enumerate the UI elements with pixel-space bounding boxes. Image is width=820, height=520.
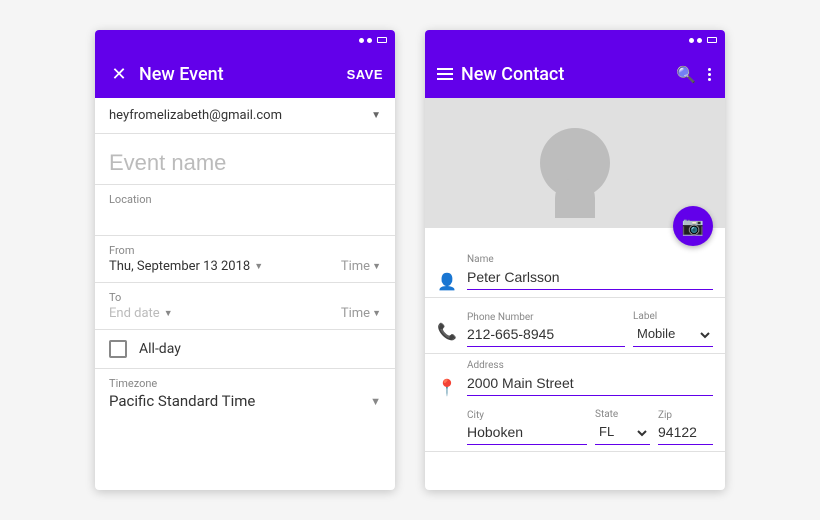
to-time-value: Time bbox=[341, 306, 370, 321]
allday-label: All-day bbox=[139, 341, 181, 357]
close-button[interactable]: ✕ bbox=[107, 62, 131, 86]
avatar bbox=[540, 128, 610, 198]
location-field: Location bbox=[95, 185, 395, 236]
address-row: 📍 Address City State FL CA NY bbox=[425, 354, 725, 452]
state-wrap: State FL CA NY bbox=[595, 402, 650, 445]
new-contact-frame: New Contact 🔍 📷 👤 Name 📞 bbox=[425, 30, 725, 490]
address-label: Address bbox=[467, 360, 713, 371]
state-select[interactable]: FL CA NY bbox=[595, 421, 650, 445]
city-label: City bbox=[467, 410, 484, 421]
city-input[interactable] bbox=[467, 422, 587, 445]
timezone-arrow: ▼ bbox=[370, 395, 381, 408]
camera-icon: 📷 bbox=[682, 216, 704, 237]
from-date-arrow: ▼ bbox=[254, 261, 263, 272]
contact-status-icons bbox=[689, 37, 717, 43]
name-field: Name bbox=[467, 254, 713, 290]
name-input[interactable] bbox=[467, 267, 713, 290]
phone-type-select[interactable]: Mobile Home Work bbox=[633, 323, 713, 347]
zip-label: Zip bbox=[658, 410, 672, 421]
timezone-field: Timezone Pacific Standard Time ▼ bbox=[95, 369, 395, 418]
event-name-input[interactable] bbox=[95, 134, 395, 185]
location-label: Location bbox=[109, 193, 381, 206]
phone-number-label: Phone Number bbox=[467, 312, 534, 323]
allday-checkbox[interactable] bbox=[109, 340, 127, 358]
contact-title: New Contact bbox=[461, 64, 666, 85]
contact-battery-icon bbox=[707, 37, 717, 43]
from-time-value: Time bbox=[341, 259, 370, 274]
contact-wifi-icon bbox=[697, 38, 702, 43]
event-title: New Event bbox=[139, 64, 339, 85]
avatar-area: 📷 bbox=[425, 98, 725, 228]
save-button[interactable]: SAVE bbox=[347, 67, 383, 82]
event-appbar: ✕ New Event SAVE bbox=[95, 50, 395, 98]
timezone-value: Pacific Standard Time bbox=[109, 392, 370, 410]
event-form: heyfromelizabeth@gmail.com ▼ Location Fr… bbox=[95, 98, 395, 490]
from-date-value: Thu, September 13 2018 bbox=[109, 259, 250, 274]
timezone-label: Timezone bbox=[109, 377, 381, 390]
allday-row: All-day bbox=[95, 330, 395, 369]
phone-label-wrap: Label Mobile Home Work bbox=[633, 304, 713, 347]
contact-signal-icon bbox=[689, 38, 694, 43]
phone-field: Phone Number Label Mobile Home Work bbox=[467, 304, 713, 347]
phone-icon: 📞 bbox=[437, 322, 457, 341]
phone-type-label: Label bbox=[633, 311, 657, 322]
timezone-row[interactable]: Pacific Standard Time ▼ bbox=[109, 392, 381, 410]
name-label: Name bbox=[467, 254, 713, 265]
to-field: To End date ▼ Time ▼ bbox=[95, 283, 395, 330]
phone-row: 📞 Phone Number Label Mobile Home Work bbox=[425, 298, 725, 354]
zip-wrap: Zip bbox=[658, 403, 713, 445]
city-state-zip-row: City State FL CA NY Zip bbox=[467, 402, 713, 445]
to-time-selector[interactable]: Time ▼ bbox=[341, 306, 381, 321]
contact-appbar: New Contact 🔍 bbox=[425, 50, 725, 98]
to-date-value: End date bbox=[109, 306, 160, 321]
from-field: From Thu, September 13 2018 ▼ Time ▼ bbox=[95, 236, 395, 283]
city-wrap: City bbox=[467, 403, 587, 445]
from-time-arrow: ▼ bbox=[372, 261, 381, 272]
phone-number-wrap: Phone Number bbox=[467, 305, 625, 347]
from-label: From bbox=[109, 244, 381, 257]
person-icon: 👤 bbox=[437, 272, 457, 291]
account-selector[interactable]: heyfromelizabeth@gmail.com ▼ bbox=[95, 98, 395, 134]
phone-number-input[interactable] bbox=[467, 324, 625, 347]
account-dropdown-arrow: ▼ bbox=[371, 110, 381, 121]
camera-button[interactable]: 📷 bbox=[673, 206, 713, 246]
status-bar-event bbox=[95, 30, 395, 50]
name-row: 👤 Name bbox=[425, 248, 725, 298]
location-input[interactable] bbox=[109, 211, 381, 226]
status-icons bbox=[359, 37, 387, 43]
address-input[interactable] bbox=[467, 373, 713, 396]
from-time-selector[interactable]: Time ▼ bbox=[341, 259, 381, 274]
battery-icon bbox=[377, 37, 387, 43]
to-date-selector[interactable]: End date ▼ bbox=[109, 306, 173, 321]
from-row: Thu, September 13 2018 ▼ Time ▼ bbox=[109, 259, 381, 274]
to-time-arrow: ▼ bbox=[372, 308, 381, 319]
to-date-arrow: ▼ bbox=[164, 308, 173, 319]
from-date-selector[interactable]: Thu, September 13 2018 ▼ bbox=[109, 259, 263, 274]
contact-fields: 👤 Name 📞 Phone Number Label Mobi bbox=[425, 248, 725, 490]
search-button[interactable]: 🔍 bbox=[674, 62, 698, 86]
new-event-frame: ✕ New Event SAVE heyfromelizabeth@gmail.… bbox=[95, 30, 395, 490]
zip-input[interactable] bbox=[658, 422, 713, 445]
phone-input-row: Phone Number Label Mobile Home Work bbox=[467, 304, 713, 347]
address-field: Address City State FL CA NY bbox=[467, 360, 713, 445]
more-options-button[interactable] bbox=[706, 66, 713, 83]
hamburger-menu-button[interactable] bbox=[437, 68, 453, 80]
location-icon: 📍 bbox=[437, 378, 457, 397]
to-row: End date ▼ Time ▼ bbox=[109, 306, 381, 321]
to-label: To bbox=[109, 291, 381, 304]
account-email: heyfromelizabeth@gmail.com bbox=[109, 108, 371, 123]
state-label: State bbox=[595, 409, 618, 420]
status-bar-contact bbox=[425, 30, 725, 50]
wifi-icon bbox=[367, 38, 372, 43]
signal-icon bbox=[359, 38, 364, 43]
